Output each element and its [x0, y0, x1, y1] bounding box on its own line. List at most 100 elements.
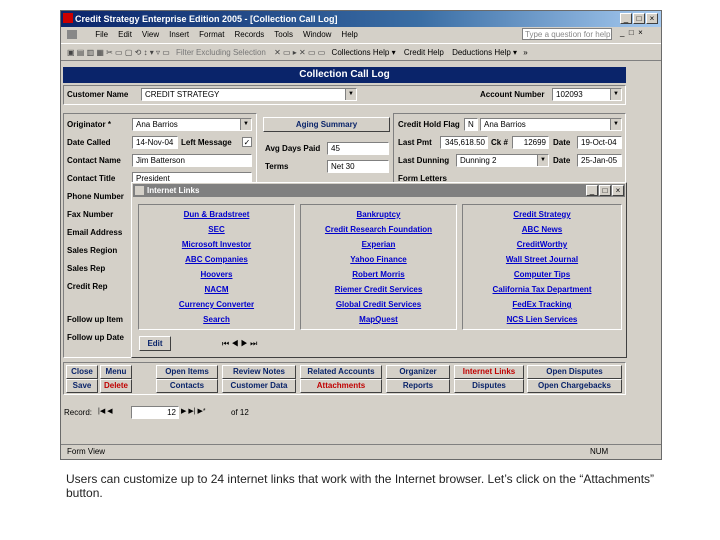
contact-title-label: Contact Title	[67, 174, 116, 183]
menu-item-format[interactable]: Format	[199, 30, 224, 39]
open-chargebacks-button[interactable]: Open Chargebacks	[527, 379, 622, 393]
maximize-button[interactable]: □	[633, 13, 645, 24]
link-ncs-lien-services[interactable]: NCS Lien Services	[463, 312, 621, 327]
menu-item-edit[interactable]: Edit	[118, 30, 132, 39]
internet-links-close-button[interactable]: ×	[612, 185, 624, 196]
link-experian[interactable]: Experian	[301, 237, 456, 252]
delete-button[interactable]: Delete	[100, 379, 132, 393]
date-called-field[interactable]: 14-Nov-04	[132, 136, 178, 149]
menu-item-tools[interactable]: Tools	[274, 30, 293, 39]
status-num: NUM	[590, 447, 609, 456]
originator-select[interactable]: Ana Barrios ▼	[132, 118, 252, 131]
internet-links-maximize-button[interactable]: □	[599, 185, 611, 196]
last-dunning-label: Last Dunning	[398, 156, 450, 165]
open-disputes-button[interactable]: Open Disputes	[527, 365, 622, 379]
minimize-button[interactable]: _	[620, 13, 632, 24]
account-number-select[interactable]: 102093 ▼	[552, 88, 622, 101]
deductions-help-button[interactable]: Deductions Help ▾	[452, 48, 517, 57]
reports-button[interactable]: Reports	[386, 379, 450, 393]
link-microsoft-investor[interactable]: Microsoft Investor	[139, 237, 294, 252]
credit-hold-flag-field[interactable]: N	[464, 118, 478, 131]
menu-item-view[interactable]: View	[142, 30, 159, 39]
dunning-date-field[interactable]: 25-Jan-05	[577, 154, 622, 167]
check-number-label: Ck #	[491, 138, 508, 147]
toolbar-icons-2[interactable]: ✕ ▭ ▸ ✕ ▭ ▭	[274, 48, 325, 57]
customer-name-select[interactable]: CREDIT STRATEGY ▼	[141, 88, 357, 101]
last-pmt-date-label: Date	[553, 138, 571, 147]
related-accounts-button[interactable]: Related Accounts	[300, 365, 382, 379]
links-column-1: Dun & Bradstreet SEC Microsoft Investor ABC…	[138, 204, 295, 330]
customer-data-button[interactable]: Customer Data	[222, 379, 296, 393]
last-pmt-date-field[interactable]: 19-Oct-04	[577, 136, 622, 149]
check-number-field[interactable]: 12699	[512, 136, 549, 149]
status-view: Form View	[67, 447, 106, 456]
account-number-label: Account Number	[480, 90, 545, 99]
close-window-button[interactable]: ×	[646, 13, 658, 24]
credit-help-button[interactable]: Credit Help	[404, 48, 444, 57]
menu-item-insert[interactable]: Insert	[169, 30, 189, 39]
aging-summary-button[interactable]: Aging Summary	[263, 117, 390, 132]
chevron-down-icon: ▼	[610, 119, 621, 130]
avg-days-paid-field[interactable]: 45	[327, 142, 389, 155]
link-mapquest[interactable]: MapQuest	[301, 312, 456, 327]
last-pmt-field[interactable]: 345,618.50	[440, 136, 488, 149]
link-hoovers[interactable]: Hoovers	[139, 267, 294, 282]
toolbar: ▣ ▤ ▥ ▦ ✂ ▭ ▢ ⟲ ↕ ▾ ▿ ▭ Filter Excluding…	[61, 43, 661, 61]
collections-help-button[interactable]: Collections Help ▾	[332, 48, 396, 57]
toolbar-icons[interactable]: ▣ ▤ ▥ ▦ ✂ ▭ ▢ ⟲ ↕ ▾ ▿ ▭	[67, 48, 170, 57]
record-total: of 12	[231, 408, 249, 417]
internet-links-button[interactable]: Internet Links	[454, 365, 524, 379]
filter-exclusion-button[interactable]: Filter Excluding Selection	[176, 48, 266, 57]
review-notes-button[interactable]: Review Notes	[222, 365, 296, 379]
close-button[interactable]: Close	[66, 365, 98, 379]
link-robert-morris[interactable]: Robert Morris	[301, 267, 456, 282]
link-wall-street-journal[interactable]: Wall Street Journal	[463, 252, 621, 267]
left-message-label: Left Message	[181, 138, 232, 147]
link-yahoo-finance[interactable]: Yahoo Finance	[301, 252, 456, 267]
credit-hold-name-select[interactable]: Ana Barrios ▼	[480, 118, 622, 131]
last-dunning-select[interactable]: Dunning 2 ▼	[456, 154, 549, 167]
record-first-prev-buttons[interactable]: |◀ ◀	[98, 406, 130, 418]
link-bankruptcy[interactable]: Bankruptcy	[301, 207, 456, 222]
edit-links-button[interactable]: Edit	[139, 336, 171, 351]
contacts-button[interactable]: Contacts	[156, 379, 218, 393]
open-items-button[interactable]: Open Items	[156, 365, 218, 379]
link-fedex-tracking[interactable]: FedEx Tracking	[463, 297, 621, 312]
left-message-checkbox[interactable]: ✓	[242, 137, 252, 147]
link-search[interactable]: Search	[139, 312, 294, 327]
link-dun-bradstreet[interactable]: Dun & Bradstreet	[139, 207, 294, 222]
menu-item-help[interactable]: Help	[341, 30, 357, 39]
menu-item-records[interactable]: Records	[234, 30, 264, 39]
menu-min-icon[interactable]: _ □ ×	[620, 28, 643, 37]
link-creditworthy[interactable]: CreditWorthy	[463, 237, 621, 252]
disputes-button[interactable]: Disputes	[454, 379, 524, 393]
terms-field[interactable]: Net 30	[327, 160, 389, 173]
toolbar-overflow-button[interactable]: »	[523, 48, 527, 57]
link-california-tax-department[interactable]: California Tax Department	[463, 282, 621, 297]
link-abc-news[interactable]: ABC News	[463, 222, 621, 237]
link-global-credit-services[interactable]: Global Credit Services	[301, 297, 456, 312]
link-riemer-credit-services[interactable]: Riemer Credit Services	[301, 282, 456, 297]
internet-links-minimize-button[interactable]: _	[586, 185, 598, 196]
save-button[interactable]: Save	[66, 379, 98, 393]
attachments-button[interactable]: Attachments	[300, 379, 382, 393]
record-next-last-buttons[interactable]: ▶ ▶| ▶*	[181, 406, 227, 418]
contact-name-field[interactable]: Jim Batterson	[132, 154, 252, 167]
date-called-label: Date Called	[67, 138, 111, 147]
link-credit-strategy[interactable]: Credit Strategy	[463, 207, 621, 222]
link-computer-tips[interactable]: Computer Tips	[463, 267, 621, 282]
organizer-button[interactable]: Organizer	[386, 365, 450, 379]
record-number-field[interactable]: 12	[131, 406, 179, 419]
link-credit-research-foundation[interactable]: Credit Research Foundation	[301, 222, 456, 237]
link-abc-companies[interactable]: ABC Companies	[139, 252, 294, 267]
menu-item-file[interactable]: File	[95, 30, 108, 39]
link-sec[interactable]: SEC	[139, 222, 294, 237]
help-search-input[interactable]: Type a question for help	[522, 28, 612, 40]
link-currency-converter[interactable]: Currency Converter	[139, 297, 294, 312]
link-nacm[interactable]: NACM	[139, 282, 294, 297]
links-record-nav[interactable]: ⏮ ◀ ▶ ⏭	[222, 339, 274, 351]
menu-item-window[interactable]: Window	[303, 30, 331, 39]
follow-up-date-label: Follow up Date	[67, 333, 124, 342]
sales-region-label: Sales Region	[67, 246, 118, 255]
menu-button[interactable]: Menu	[100, 365, 132, 379]
